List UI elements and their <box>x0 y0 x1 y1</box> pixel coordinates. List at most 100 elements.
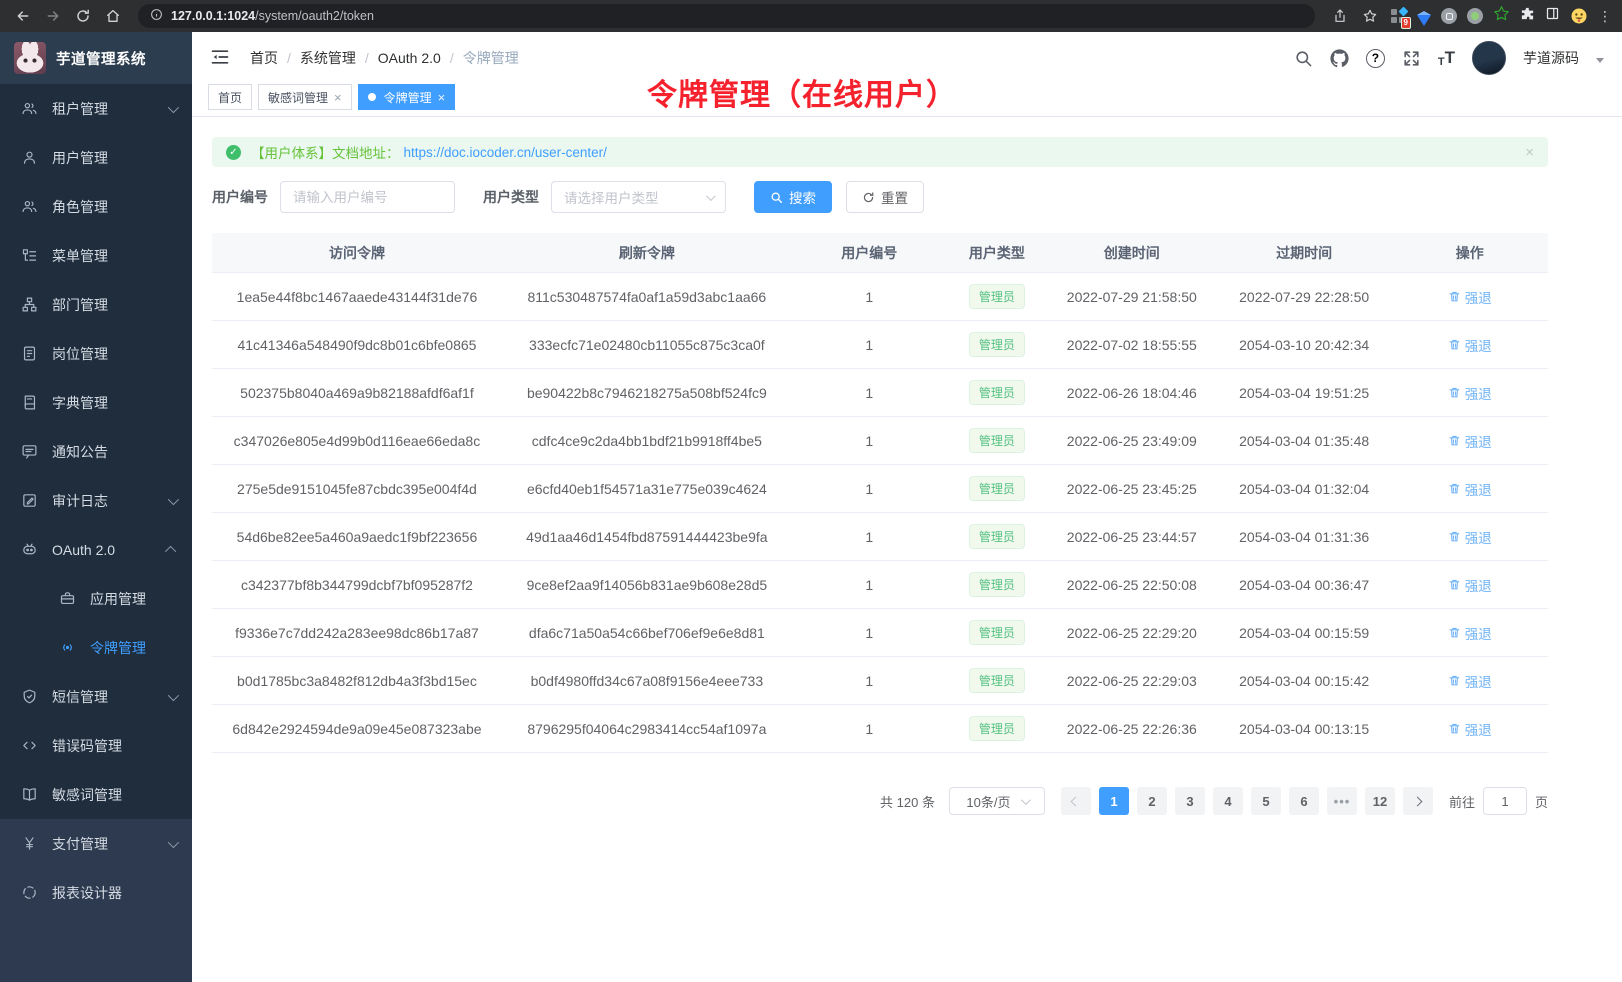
force-logout-button[interactable]: 强退 <box>1448 335 1492 355</box>
address-bar[interactable]: 127.0.0.1:1024/system/oauth2/token <box>138 4 1315 28</box>
last-page-button[interactable]: 12 <box>1365 787 1395 815</box>
force-logout-button[interactable]: 强退 <box>1448 287 1492 307</box>
force-logout-button[interactable]: 强退 <box>1448 527 1492 547</box>
created-time-cell: 2022-06-25 22:29:03 <box>1047 673 1217 689</box>
refresh-token-cell: 8796295f04064c2983414cc54af1097a <box>502 721 792 737</box>
page-button-5[interactable]: 5 <box>1251 787 1281 815</box>
close-icon[interactable]: × <box>438 90 446 105</box>
sidebar-item-notice[interactable]: 通知公告 <box>0 427 192 476</box>
goto-page-input[interactable] <box>1483 787 1527 815</box>
bookmark-star-icon[interactable] <box>1357 3 1383 29</box>
force-logout-button[interactable]: 强退 <box>1448 671 1492 691</box>
site-info-icon[interactable] <box>150 8 163 24</box>
app-title: 芋道管理系统 <box>56 48 146 69</box>
sidebar-item-label: 菜单管理 <box>52 246 108 266</box>
page-button-1[interactable]: 1 <box>1099 787 1129 815</box>
oauth-icon <box>20 541 38 559</box>
next-page-button[interactable] <box>1403 787 1433 815</box>
back-icon[interactable] <box>10 3 36 29</box>
breadcrumb-item[interactable]: 令牌管理 <box>463 48 519 68</box>
doc-link[interactable]: https://doc.iocoder.cn/user-center/ <box>404 145 607 160</box>
recorder-extension-icon[interactable] <box>1467 8 1483 24</box>
user-avatar[interactable] <box>1472 41 1506 75</box>
reload-icon[interactable] <box>70 3 96 29</box>
page-button-6[interactable]: 6 <box>1289 787 1319 815</box>
sidebar-item-token[interactable]: 令牌管理 <box>0 623 192 672</box>
sidebar-item-app[interactable]: 应用管理 <box>0 574 192 623</box>
search-button[interactable]: 搜索 <box>754 181 832 213</box>
search-icon[interactable] <box>1294 49 1313 68</box>
action-cell: 强退 <box>1392 671 1548 691</box>
main-area: 令牌管理（在线用户） 首页/系统管理/OAuth 2.0/令牌管理 ? TT 芋… <box>192 32 1622 982</box>
close-icon[interactable]: × <box>334 90 342 105</box>
sidebar-item-sensitive[interactable]: 敏感词管理 <box>0 770 192 819</box>
puzzle-extension-icon[interactable] <box>1520 6 1535 26</box>
url-text: 127.0.0.1:1024/system/oauth2/token <box>171 9 374 23</box>
command-extension-icon[interactable] <box>1441 8 1457 24</box>
sidebar-item-audit[interactable]: 审计日志 <box>0 476 192 525</box>
browser-menu-icon[interactable]: ⋮ <box>1598 8 1608 25</box>
profile-avatar-emoji[interactable] <box>1570 7 1588 25</box>
sidebar-item-dict[interactable]: 字典管理 <box>0 378 192 427</box>
refresh-token-cell: e6cfd40eb1f54571a31e775e039c4624 <box>502 481 792 497</box>
expire-time-cell: 2054-03-04 00:15:59 <box>1217 625 1392 641</box>
force-logout-button[interactable]: 强退 <box>1448 719 1492 739</box>
expire-time-cell: 2022-07-29 22:28:50 <box>1217 289 1392 305</box>
trash-icon <box>1448 386 1461 399</box>
user-type-cell: 管理员 <box>947 620 1047 645</box>
sidebar-item-sms[interactable]: 短信管理 <box>0 672 192 721</box>
sidebar-item-pay[interactable]: 支付管理 <box>0 819 192 868</box>
sidebar-item-role[interactable]: 角色管理 <box>0 182 192 231</box>
sidebar-item-tenant[interactable]: 租户管理 <box>0 84 192 133</box>
table-row: f9336e7c7dd242a283ee98dc86b17a87 dfa6c71… <box>212 609 1548 657</box>
tab-item[interactable]: 敏感词管理× <box>258 84 352 110</box>
help-icon[interactable]: ? <box>1366 49 1385 68</box>
page-button-3[interactable]: 3 <box>1175 787 1205 815</box>
action-cell: 强退 <box>1392 383 1548 403</box>
collapse-menu-icon[interactable] <box>210 47 232 69</box>
force-logout-button[interactable]: 强退 <box>1448 479 1492 499</box>
breadcrumb-item[interactable]: 系统管理 <box>300 48 356 68</box>
sidebar-item-menu[interactable]: 菜单管理 <box>0 231 192 280</box>
tab-item[interactable]: 首页 <box>208 84 252 110</box>
sidebar-item-oauth[interactable]: OAuth 2.0 <box>0 525 192 574</box>
chevron-down-icon[interactable] <box>1596 58 1604 63</box>
tab-active-item[interactable]: 令牌管理× <box>358 84 456 110</box>
share-icon[interactable] <box>1327 3 1353 29</box>
sidebar-item-errcode[interactable]: 错误码管理 <box>0 721 192 770</box>
column-header: 过期时间 <box>1217 243 1392 263</box>
github-icon[interactable] <box>1330 49 1349 68</box>
force-logout-button[interactable]: 强退 <box>1448 575 1492 595</box>
fullscreen-icon[interactable] <box>1402 49 1421 68</box>
green-star-extension-icon[interactable] <box>1493 5 1510 27</box>
page-size-select[interactable]: 10条/页 <box>949 787 1045 815</box>
sidebar-item-dept[interactable]: 部门管理 <box>0 280 192 329</box>
sidebar-item-post[interactable]: 岗位管理 <box>0 329 192 378</box>
force-logout-button[interactable]: 强退 <box>1448 623 1492 643</box>
force-logout-button[interactable]: 强退 <box>1448 383 1492 403</box>
reset-button[interactable]: 重置 <box>846 181 924 213</box>
prev-page-button[interactable] <box>1061 787 1091 815</box>
font-size-icon[interactable]: TT <box>1438 48 1455 68</box>
page-ellipsis[interactable]: ••• <box>1327 787 1357 815</box>
side-panel-icon[interactable] <box>1545 6 1560 26</box>
breadcrumb-item[interactable]: 首页 <box>250 48 278 68</box>
alert-close-icon[interactable]: × <box>1525 144 1534 161</box>
user-id-cell: 1 <box>792 673 947 689</box>
sidebar-item-label: OAuth 2.0 <box>52 542 115 558</box>
workspace-extension-icon[interactable]: 9 <box>1391 8 1407 24</box>
sidebar-item-user[interactable]: 用户管理 <box>0 133 192 182</box>
home-icon[interactable] <box>100 3 126 29</box>
force-logout-button[interactable]: 强退 <box>1448 431 1492 451</box>
breadcrumb-item[interactable]: OAuth 2.0 <box>378 50 441 66</box>
sidebar-item-report[interactable]: 报表设计器 <box>0 868 192 917</box>
user-id-input[interactable] <box>280 181 455 213</box>
user-type-select[interactable]: 请选择用户类型 <box>551 181 726 213</box>
page-button-2[interactable]: 2 <box>1137 787 1167 815</box>
user-id-cell: 1 <box>792 385 947 401</box>
table-row: 275e5de9151045fe87cbdc395e004f4d e6cfd40… <box>212 465 1548 513</box>
forward-icon[interactable] <box>40 3 66 29</box>
page-button-4[interactable]: 4 <box>1213 787 1243 815</box>
sidebar-item-label: 短信管理 <box>52 687 108 707</box>
gem-extension-icon[interactable] <box>1417 15 1431 26</box>
